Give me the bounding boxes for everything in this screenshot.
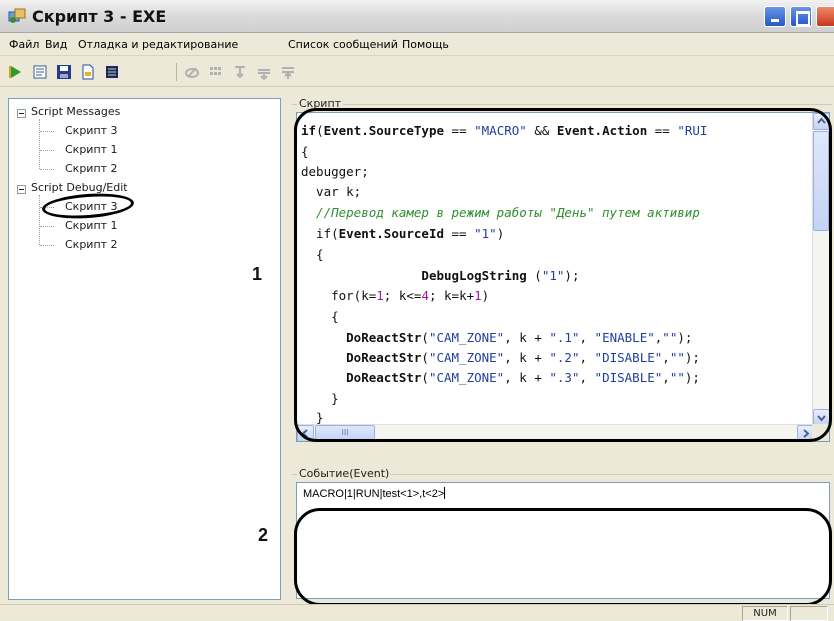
callout-number: 2 <box>258 525 269 545</box>
script-tree[interactable]: Script Messages Скрипт 3 Скрипт 1 Скрипт… <box>8 98 281 600</box>
maximize-button[interactable] <box>790 6 812 27</box>
selection-highlight-ring <box>41 190 135 222</box>
close-button[interactable] <box>816 6 834 27</box>
tree-item-script3[interactable]: Скрипт 3 <box>65 124 118 137</box>
tree-item-script1[interactable]: Скрипт 1 <box>65 219 118 232</box>
minimize-button[interactable] <box>764 6 786 27</box>
window-title: Скрипт 3 - EXE <box>32 7 167 26</box>
run-icon[interactable] <box>8 64 24 80</box>
status-cell-empty <box>790 606 828 621</box>
tree-group-script-debug-edit[interactable]: Script Debug/Edit <box>31 181 128 194</box>
script-highlight-ring <box>294 108 832 442</box>
save-icon[interactable] <box>56 64 72 80</box>
menu-bar: Файл Вид Отладка и редактирование Список… <box>0 34 834 56</box>
list-icon[interactable] <box>104 64 120 80</box>
group-frame <box>292 104 832 105</box>
collapse-script-messages[interactable] <box>17 109 26 118</box>
tree-connector <box>40 131 54 132</box>
event-highlight-ring <box>294 508 832 606</box>
new-file-icon[interactable] <box>80 64 96 80</box>
title-bar[interactable]: Скрипт 3 - EXE <box>0 0 834 33</box>
tree-connector <box>40 169 54 170</box>
num-lock-indicator: NUM <box>742 606 788 621</box>
callout-number: 1 <box>252 264 263 284</box>
event-group-label: Событие(Event) <box>297 467 392 480</box>
step-into-icon[interactable] <box>232 64 248 80</box>
text-caret <box>444 487 446 499</box>
tree-group-script-messages[interactable]: Script Messages <box>31 105 120 118</box>
collapse-script-debug-edit[interactable] <box>17 185 26 194</box>
event-value: MACRO|1|RUN|test<1>,t<2> <box>303 487 446 500</box>
tree-item-script2[interactable]: Скрипт 2 <box>65 238 118 251</box>
tree-connector <box>40 226 54 227</box>
toolbar-separator <box>176 63 177 81</box>
toolbar <box>0 57 834 87</box>
menu-help[interactable]: Помощь <box>402 38 449 51</box>
menu-message-list[interactable]: Список сообщений <box>288 38 398 51</box>
tree-item-script1[interactable]: Скрипт 1 <box>65 143 118 156</box>
step-icon[interactable] <box>32 64 48 80</box>
app-window: Скрипт 3 - EXE Файл Вид Отладка и редакт… <box>0 0 834 621</box>
tree-connector <box>40 245 54 246</box>
clear-icon[interactable] <box>184 64 200 80</box>
tree-connector <box>40 150 54 151</box>
menu-debug-edit[interactable]: Отладка и редактирование <box>78 38 238 51</box>
menu-view[interactable]: Вид <box>45 38 67 51</box>
tree-connector <box>39 195 40 245</box>
status-bar: NUM <box>0 604 834 621</box>
tree-item-script2[interactable]: Скрипт 2 <box>65 162 118 175</box>
menu-file[interactable]: Файл <box>9 38 39 51</box>
step-out-icon[interactable] <box>280 64 296 80</box>
grid-icon[interactable] <box>208 64 224 80</box>
app-icon <box>8 8 26 24</box>
step-over-icon[interactable] <box>256 64 272 80</box>
tree-connector <box>39 119 40 169</box>
